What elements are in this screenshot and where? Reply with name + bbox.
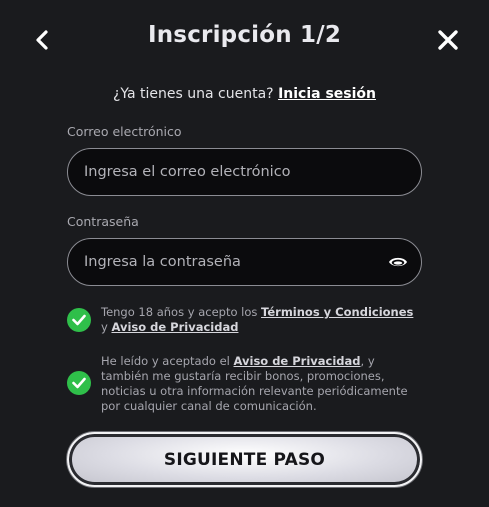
terms-link[interactable]: Términos y Condiciones: [261, 305, 413, 319]
terms-text: Tengo 18 años y acepto los: [101, 305, 258, 319]
header: Inscripción 1/2: [0, 0, 489, 80]
marketing-consent-text: He leído y aceptado el Aviso de Privacid…: [101, 354, 421, 414]
eye-icon[interactable]: [388, 254, 408, 270]
login-prompt-text: ¿Ya tienes una cuenta?: [112, 86, 274, 102]
checkmark-icon: [72, 377, 86, 389]
login-prompt: ¿Ya tienes una cuenta? Inicia sesión: [0, 86, 489, 102]
terms-consent-text: Tengo 18 años y acepto los Términos y Co…: [101, 305, 421, 335]
password-label: Contraseña: [67, 214, 139, 229]
terms-checkbox[interactable]: [67, 308, 91, 332]
email-field[interactable]: [67, 148, 422, 196]
checkmark-icon: [72, 314, 86, 326]
terms-conjunction: y: [101, 320, 108, 334]
next-step-button[interactable]: SIGUIENTE PASO: [67, 432, 422, 487]
login-link[interactable]: Inicia sesión: [278, 86, 376, 102]
email-label: Correo electrónico: [67, 124, 182, 139]
privacy-link-2[interactable]: Aviso de Privacidad: [234, 354, 361, 368]
password-field[interactable]: [67, 238, 422, 286]
page-title: Inscripción 1/2: [147, 22, 342, 48]
close-icon[interactable]: [436, 28, 460, 52]
privacy-link[interactable]: Aviso de Privacidad: [111, 320, 238, 334]
marketing-text-before: He leído y aceptado el: [101, 354, 230, 368]
marketing-checkbox[interactable]: [67, 371, 91, 395]
